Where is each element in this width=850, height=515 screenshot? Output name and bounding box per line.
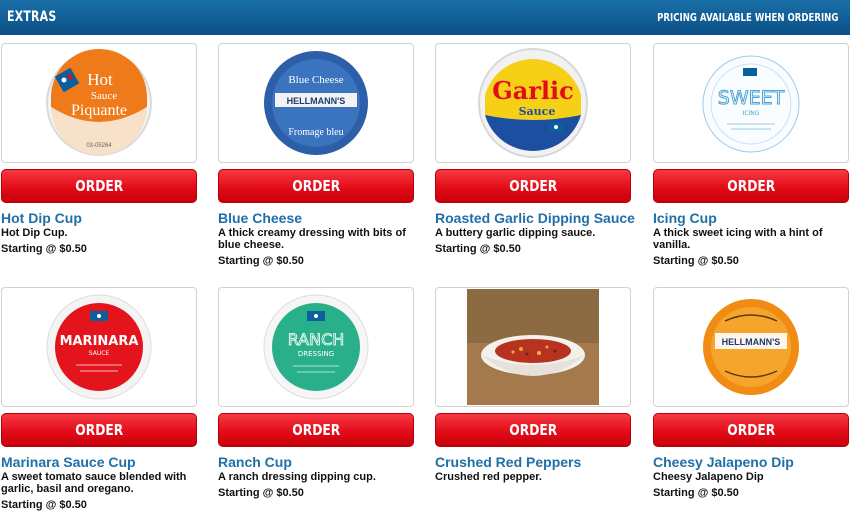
item-image[interactable] [435, 287, 631, 407]
pricing-note: PRICING AVAILABLE WHEN ORDERING [656, 11, 838, 24]
ranch-cup-icon: RANCH DRESSING [263, 294, 369, 400]
order-button[interactable]: ORDER [1, 413, 197, 447]
item-name[interactable]: Blue Cheese [218, 211, 418, 226]
item-price: Starting @ $0.50 [218, 487, 304, 499]
cup-label-2: SAUCE [89, 350, 110, 357]
item-price: Starting @ $0.50 [218, 255, 304, 267]
cup-label-1: SWEET [718, 87, 785, 109]
item-name[interactable]: Crushed Red Peppers [435, 455, 635, 470]
item-image[interactable]: Garlic Sauce [435, 43, 631, 163]
cup-label-1: Blue Cheese [288, 74, 343, 86]
cup-label-2: HELLMANN'S [287, 96, 346, 106]
item-image[interactable]: Hot Sauce Piquante 03-05264 [1, 43, 197, 163]
item-name[interactable]: Roasted Garlic Dipping Sauce [435, 211, 635, 226]
item-image[interactable]: Blue Cheese HELLMANN'S Fromage bleu [218, 43, 414, 163]
cup-label-1: HELLMANN'S [722, 337, 781, 347]
order-button[interactable]: ORDER [1, 169, 197, 203]
cup-label-1: Garlic [492, 76, 574, 105]
item-description: A thick creamy dressing with bits of blu… [218, 227, 406, 251]
order-button[interactable]: ORDER [218, 169, 414, 203]
marinara-cup-icon: MARINARA SAUCE [46, 294, 152, 400]
item-name[interactable]: Cheesy Jalapeno Dip [653, 455, 850, 470]
order-button[interactable]: ORDER [435, 413, 631, 447]
item-price: Starting @ $0.50 [653, 487, 739, 499]
item-image[interactable]: MARINARA SAUCE [1, 287, 197, 407]
cup-label-3: Fromage bleu [288, 127, 343, 138]
icing-cup-icon: SWEET ICING [702, 55, 800, 153]
red-pepper-bowl-icon [467, 289, 599, 405]
item-description: A ranch dressing dipping cup. [218, 471, 376, 483]
item-description: Crushed red pepper. [435, 471, 542, 483]
order-button[interactable]: ORDER [653, 413, 849, 447]
item-name[interactable]: Ranch Cup [218, 455, 418, 470]
item-description: Cheesy Jalapeno Dip [653, 471, 764, 483]
item-image[interactable]: HELLMANN'S [653, 287, 849, 407]
item-description: A sweet tomato sauce blended with garlic… [1, 471, 187, 495]
cup-label-2: DRESSING [298, 350, 334, 358]
item-image[interactable]: SWEET ICING [653, 43, 849, 163]
section-title: EXTRAS [7, 9, 57, 25]
cup-label-2: Sauce [519, 105, 556, 118]
item-name[interactable]: Icing Cup [653, 211, 850, 226]
garlic-sauce-cup-icon: Garlic Sauce [478, 48, 588, 158]
item-price: Starting @ $0.50 [1, 243, 87, 255]
item-description: A thick sweet icing with a hint of vanil… [653, 227, 823, 251]
cup-label-2: ICING [743, 110, 760, 117]
order-button[interactable]: ORDER [653, 169, 849, 203]
item-image[interactable]: RANCH DRESSING [218, 287, 414, 407]
cup-label-1: MARINARA [60, 334, 139, 349]
item-name[interactable]: Marinara Sauce Cup [1, 455, 201, 470]
order-button[interactable]: ORDER [218, 413, 414, 447]
cup-label-1: Hot [87, 70, 113, 89]
order-button[interactable]: ORDER [435, 169, 631, 203]
item-name[interactable]: Hot Dip Cup [1, 211, 201, 226]
blue-cheese-cup-icon: Blue Cheese HELLMANN'S Fromage bleu [264, 51, 368, 155]
item-description: Hot Dip Cup. [1, 227, 68, 239]
extras-header: EXTRAS PRICING AVAILABLE WHEN ORDERING [0, 0, 850, 35]
cup-fine-print: 03-05264 [86, 143, 112, 149]
jalapeno-cup-icon: HELLMANN'S [703, 299, 799, 395]
cup-label-3: Piquante [71, 102, 127, 119]
cup-label-1: RANCH [288, 330, 345, 349]
item-price: Starting @ $0.50 [1, 499, 87, 511]
cup-label-2: Sauce [91, 90, 117, 102]
item-description: A buttery garlic dipping sauce. [435, 227, 596, 239]
item-price: Starting @ $0.50 [653, 255, 739, 267]
hot-sauce-cup-icon: Hot Sauce Piquante 03-05264 [46, 49, 152, 156]
item-price: Starting @ $0.50 [435, 243, 521, 255]
